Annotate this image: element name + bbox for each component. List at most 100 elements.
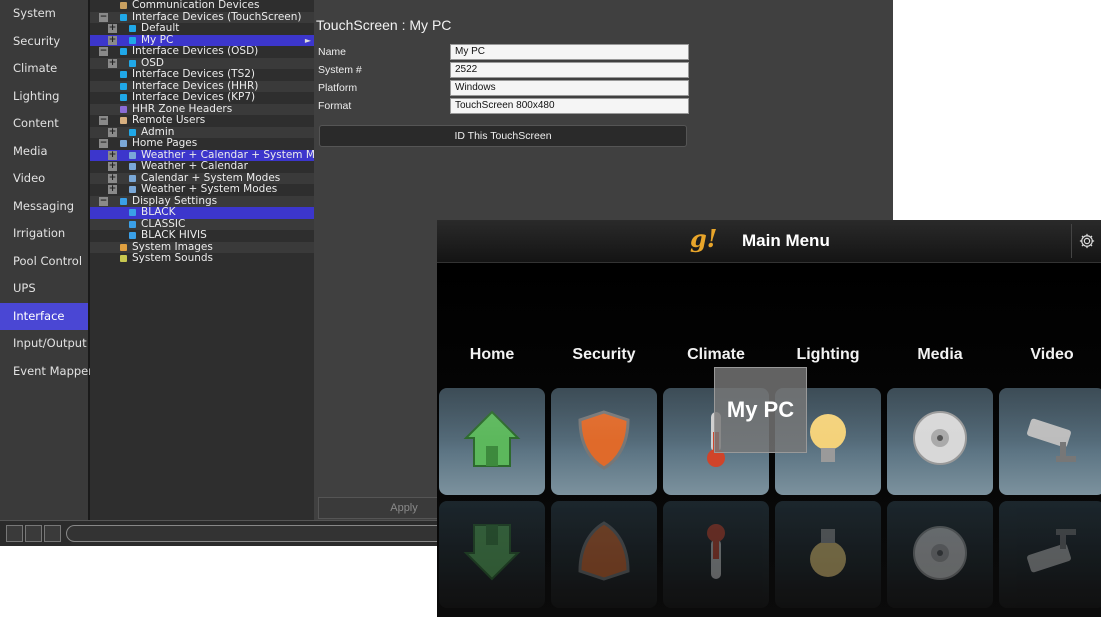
tree-item[interactable]: − Home Pages	[90, 137, 314, 150]
settings-button[interactable]	[1071, 224, 1101, 258]
remote-icon	[120, 105, 127, 113]
nav-item-content[interactable]: Content	[0, 110, 88, 138]
screen-icon	[120, 82, 127, 90]
tree-item-label: Remote Users	[132, 114, 206, 126]
collapse-icon[interactable]: −	[99, 196, 108, 206]
menu-item-video[interactable]: Video	[997, 263, 1101, 617]
expand-icon[interactable]: +	[108, 162, 117, 171]
tree-item[interactable]: − Remote Users	[90, 114, 314, 127]
display-icon	[120, 197, 127, 205]
collapse-icon[interactable]: −	[99, 116, 108, 125]
nav-item-lighting[interactable]: Lighting	[0, 83, 88, 111]
tree-item[interactable]: − Interface Devices (OSD)	[90, 45, 314, 58]
property-value-field[interactable]: My PC	[450, 44, 689, 60]
expand-icon[interactable]: +	[108, 173, 117, 183]
tree-item[interactable]: + Default	[90, 22, 314, 35]
tree-item[interactable]: + Weather + Calendar	[90, 160, 314, 173]
expand-icon[interactable]: +	[108, 58, 117, 68]
property-label: Platform	[318, 82, 358, 94]
property-value-field[interactable]: 2522	[450, 62, 689, 78]
camera-icon	[1027, 529, 1076, 573]
property-row: System # 2522	[316, 62, 689, 78]
display-icon	[129, 232, 136, 239]
detail-title: TouchScreen : My PC	[316, 17, 452, 33]
property-row: Platform Windows	[316, 80, 689, 96]
nav-item-ups[interactable]: UPS	[0, 275, 88, 303]
nav-item-messaging[interactable]: Messaging	[0, 193, 88, 221]
tree-item[interactable]: + Weather + System Modes	[90, 183, 314, 196]
page-icon	[129, 151, 136, 159]
nav-item-media[interactable]: Media	[0, 138, 88, 166]
tree-item[interactable]: Interface Devices (KP7)	[90, 91, 314, 104]
g-logo: g!	[690, 224, 718, 253]
menu-item-label: Media	[917, 346, 963, 363]
house-icon	[463, 524, 521, 581]
nav-item-video[interactable]: Video	[0, 165, 88, 193]
tree-item-label: Default	[141, 22, 180, 34]
tree-item[interactable]: − Interface Devices (TouchScreen)	[90, 11, 314, 23]
menu-item-security[interactable]: Security	[549, 263, 659, 617]
menu-tile[interactable]	[999, 388, 1101, 495]
tree-item[interactable]: − Display Settings	[90, 195, 314, 207]
status-box	[44, 525, 61, 542]
camera-icon	[1027, 418, 1076, 462]
nav-item-input-output[interactable]: Input/Output	[0, 330, 88, 358]
nav-item-pool-control[interactable]: Pool Control	[0, 248, 88, 276]
property-label: Format	[318, 100, 352, 112]
menu-item-home[interactable]: Home	[437, 263, 547, 617]
screen-icon	[120, 71, 127, 78]
tree-item-label: Interface Devices (KP7)	[132, 91, 256, 103]
screen-icon	[120, 48, 127, 55]
screen-icon	[120, 13, 127, 21]
collapse-icon[interactable]: −	[99, 47, 108, 56]
image-icon	[120, 243, 127, 251]
menu-tile-reflection	[887, 501, 993, 608]
tree-item[interactable]: + Admin	[90, 126, 314, 138]
menu-tile[interactable]	[887, 388, 993, 495]
expand-icon[interactable]: +	[108, 150, 117, 160]
nav-item-climate[interactable]: Climate	[0, 55, 88, 83]
page-icon	[129, 174, 136, 182]
tree-item[interactable]: System Sounds	[90, 252, 314, 265]
nav-item-event-mapper[interactable]: Event Mapper	[0, 358, 93, 386]
menu-item-media[interactable]: Media	[885, 263, 995, 617]
menu-tile-reflection	[551, 501, 657, 608]
expand-icon[interactable]: +	[108, 35, 117, 45]
property-value-field[interactable]: TouchScreen 800x480	[450, 98, 689, 114]
touch-title-bar: g! Main Menu	[437, 220, 1101, 263]
tree-item[interactable]: Communication Devices	[90, 0, 314, 12]
shield-icon	[578, 410, 630, 470]
tree-item-label: System Sounds	[132, 252, 214, 264]
tree-item-label: Interface Devices (OSD)	[132, 45, 259, 57]
page-icon	[120, 140, 127, 147]
screen-icon	[129, 59, 136, 67]
nav-item-system[interactable]: System	[0, 0, 88, 28]
lightbulb-icon	[810, 414, 846, 462]
collapse-icon[interactable]: −	[99, 139, 108, 148]
tree-item[interactable]: BLACK HIVIS	[90, 229, 314, 242]
menu-tile[interactable]	[439, 388, 545, 495]
id-touchscreen-button[interactable]: ID This TouchScreen	[319, 125, 687, 147]
expand-icon[interactable]: +	[108, 185, 117, 194]
menu-tile-reflection	[663, 501, 769, 608]
property-label: Name	[318, 46, 347, 58]
property-value-field[interactable]: Windows	[450, 80, 689, 96]
tree-item-label: Weather + Calendar	[141, 160, 248, 172]
screen-icon	[129, 36, 136, 44]
tree-item-label: BLACK HIVIS	[141, 229, 207, 241]
collapse-icon[interactable]: −	[99, 12, 108, 22]
tree-item[interactable]: BLACK	[90, 206, 314, 219]
tree-item[interactable]: Interface Devices (TS2)	[90, 68, 314, 81]
user-icon	[120, 117, 127, 124]
menu-tile-reflection	[775, 501, 881, 608]
nav-item-security[interactable]: Security	[0, 28, 88, 56]
touch-title: Main Menu	[742, 231, 830, 250]
expand-icon[interactable]: +	[108, 127, 117, 137]
menu-tile-reflection	[439, 501, 545, 608]
property-row: Format TouchScreen 800x480	[316, 98, 689, 114]
nav-item-irrigation[interactable]: Irrigation	[0, 220, 88, 248]
menu-tile[interactable]	[551, 388, 657, 495]
expand-icon[interactable]: +	[108, 24, 117, 33]
nav-item-interface[interactable]: Interface	[0, 302, 88, 330]
category-nav: System Security Climate Lighting Content Medi…	[0, 0, 93, 520]
